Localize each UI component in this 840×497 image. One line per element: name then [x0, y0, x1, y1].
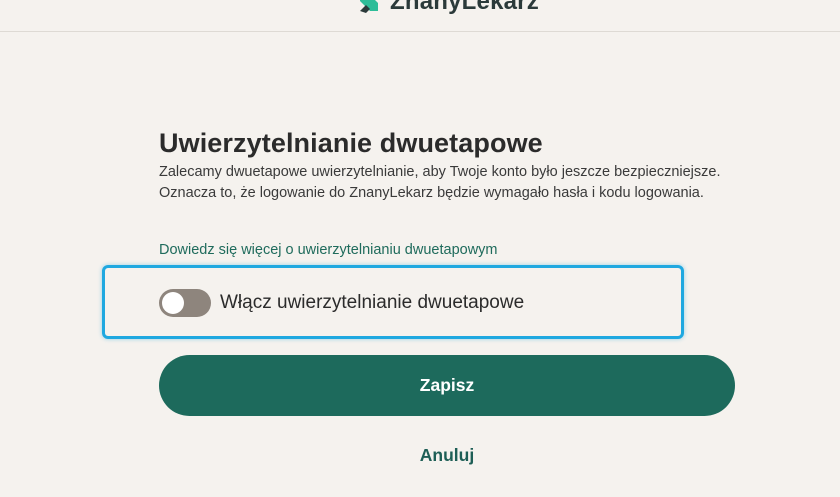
cancel-link[interactable]: Anuluj — [159, 445, 735, 466]
toggle-label: Włącz uwierzytelnianie dwuetapowe — [220, 292, 525, 313]
znanylekarz-logo-icon — [360, 0, 378, 13]
two-factor-toggle-row[interactable]: Włącz uwierzytelnianie dwuetapowe — [159, 289, 524, 317]
top-bar: ZnanyLekarz — [0, 0, 840, 32]
description-text: Zalecamy dwuetapowe uwierzytelnianie, ab… — [159, 164, 721, 201]
two-factor-section: Uwierzytelnianie dwuetapowe Zalecamy dwu… — [159, 126, 739, 203]
two-factor-toggle-switch[interactable] — [159, 289, 211, 317]
page-title: Uwierzytelnianie dwuetapowe — [159, 128, 543, 158]
logo[interactable]: ZnanyLekarz — [356, 0, 539, 16]
save-button[interactable]: Zapisz — [159, 355, 735, 416]
logo-text: ZnanyLekarz — [390, 0, 539, 15]
learn-more-link[interactable]: Dowiedz się więcej o uwierzytelnianiu dw… — [159, 242, 498, 258]
toggle-knob — [162, 292, 184, 314]
